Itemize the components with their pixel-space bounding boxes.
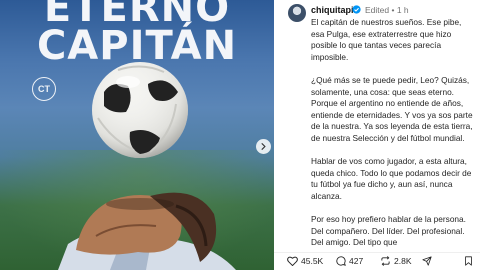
caption-paragraph: El capitán de nuestros sueños. Ese pibe,…: [311, 17, 462, 62]
caption-paragraph: Por eso hoy prefiero hablar de la person…: [311, 214, 466, 248]
caption-paragraph: ¿Qué más se te puede pedir, Leo? Quizás,…: [311, 74, 473, 143]
comments-count: 427: [349, 256, 364, 266]
post-details: chiquitapia Edited • 1 h El capitán de n…: [274, 0, 480, 270]
likes-count: 45.5K: [301, 256, 324, 266]
caption-paragraph: Hablar de vos como jugador, a esta altur…: [311, 156, 472, 201]
repost-button[interactable]: 2.8K: [380, 256, 412, 266]
comment-button[interactable]: 427: [336, 256, 363, 266]
comment-icon: [336, 256, 346, 266]
share-button[interactable]: [422, 256, 435, 266]
post-image[interactable]: ETERNO CAPITÁN CT: [0, 0, 274, 270]
heart-icon: [287, 256, 298, 266]
headline-capitan: CAPITÁN: [36, 23, 238, 69]
post-meta: Edited • 1 h: [365, 5, 409, 15]
avatar[interactable]: [288, 4, 306, 22]
bookmark-icon: [465, 256, 472, 266]
meta-separator: •: [391, 5, 395, 15]
like-button[interactable]: 45.5K: [287, 256, 323, 266]
repost-icon: [381, 256, 390, 266]
post-time[interactable]: 1 h: [397, 5, 409, 15]
verified-badge-icon: [352, 5, 361, 14]
chevron-right-icon: [261, 143, 266, 150]
next-image-button[interactable]: [256, 139, 271, 154]
post-actions-bar: 45.5K 427 2.8K: [274, 252, 480, 270]
edited-label: Edited: [365, 5, 390, 15]
post-caption: El capitán de nuestros sueños. Ese pibe,…: [311, 17, 473, 260]
ct-logo-badge: CT: [32, 77, 56, 101]
reposts-count: 2.8K: [394, 256, 412, 266]
share-icon: [422, 256, 432, 266]
save-button[interactable]: [464, 256, 476, 266]
